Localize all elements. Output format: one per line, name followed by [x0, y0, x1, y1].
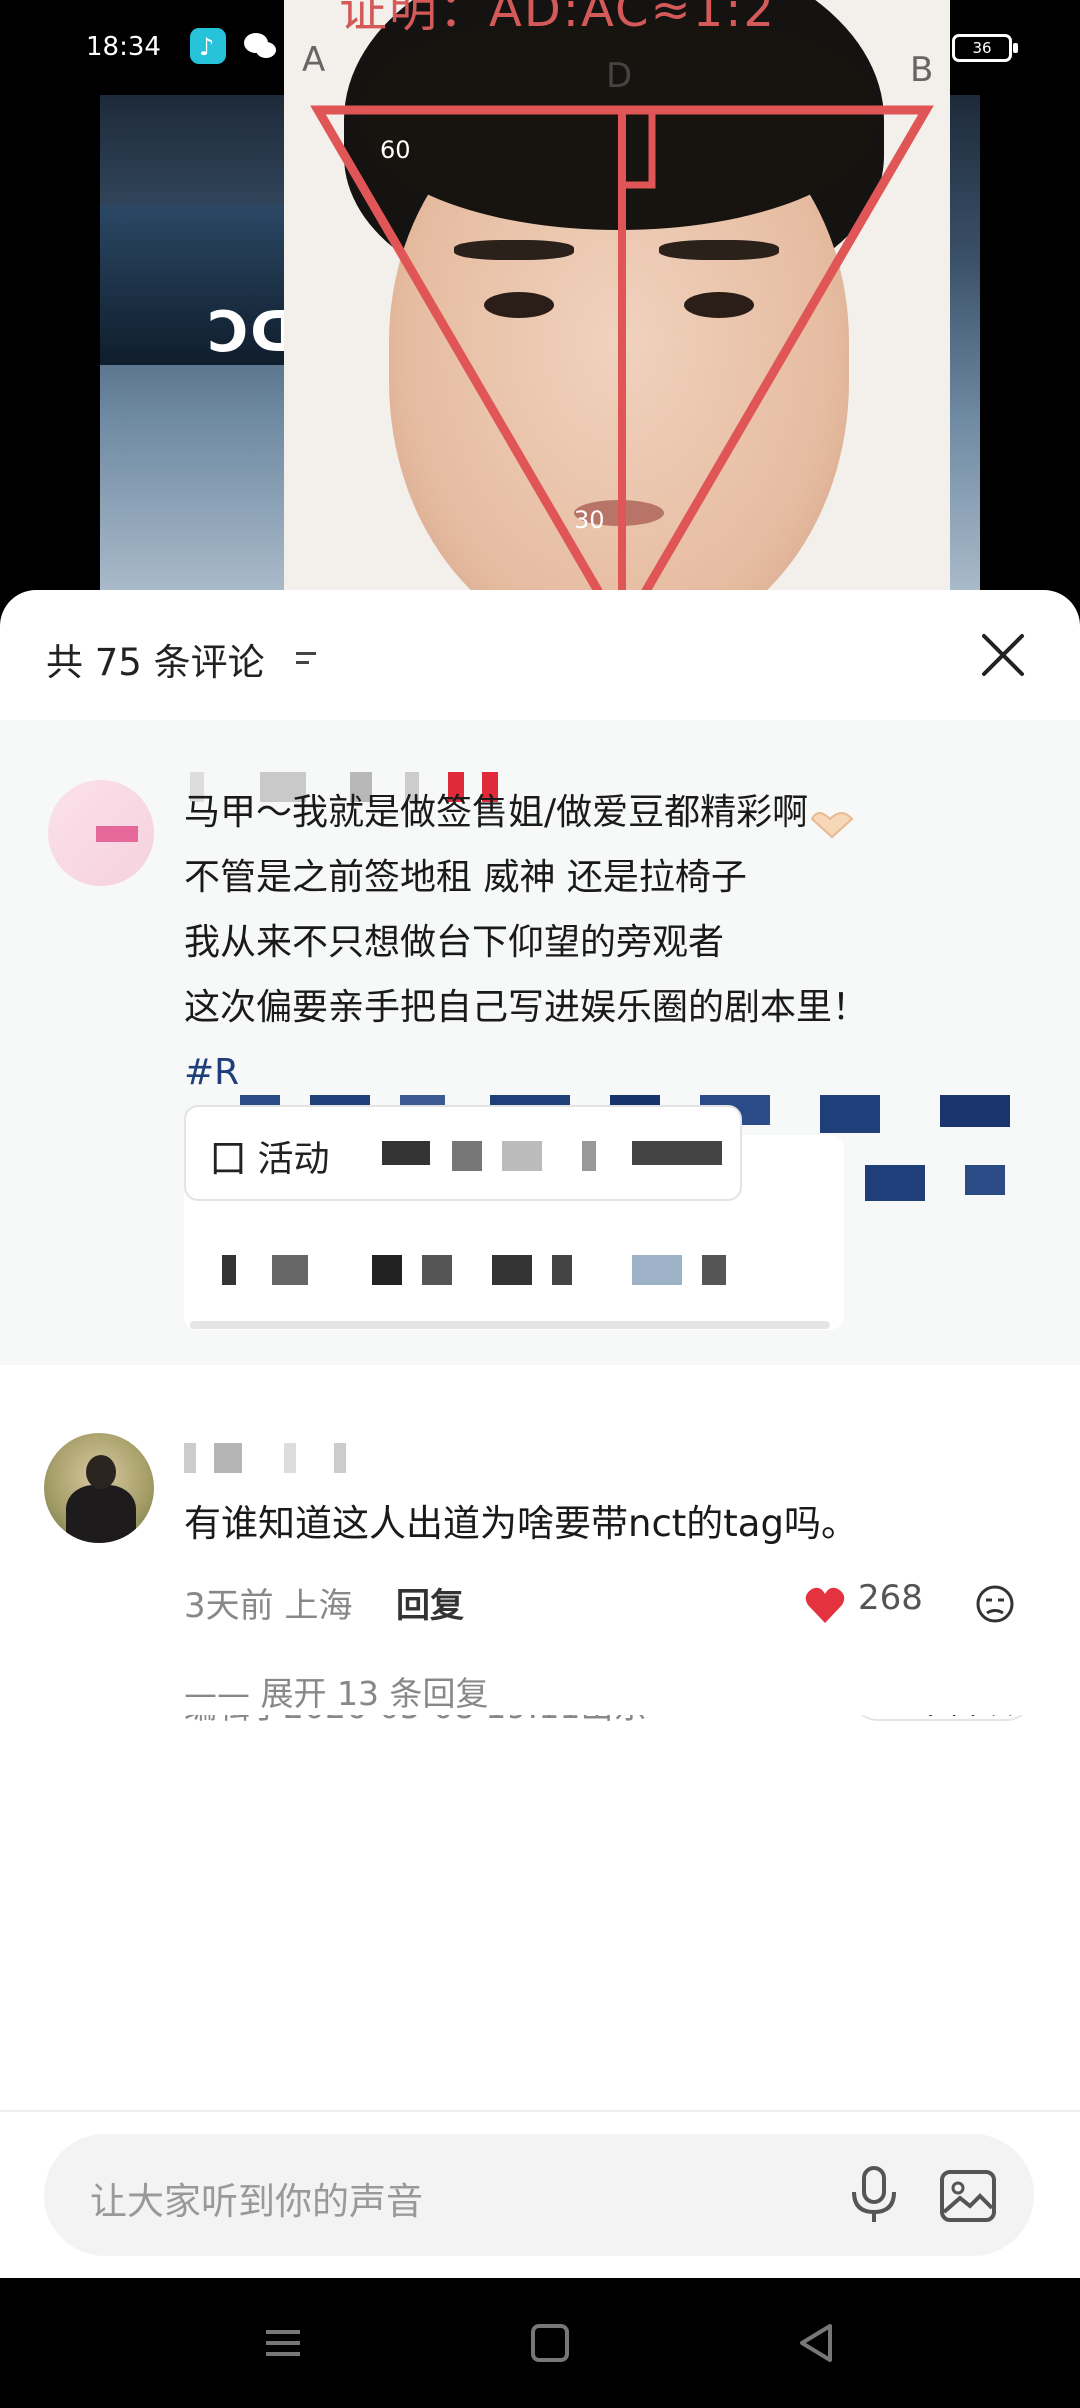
comment-count: 共 75 条评论	[46, 641, 265, 684]
comment-placeholder: 让大家听到你的声音	[90, 2180, 423, 2223]
pinned-comment[interactable]: 马甲～我就是做签售姐/做爱豆都精彩啊 不管是之前签地租 威神 还是拉椅子 我从来…	[0, 720, 1080, 1365]
comment-input[interactable]: 让大家听到你的声音	[44, 2134, 1034, 2256]
comment-item[interactable]: 有谁知道这人出道为啥要带nct的tag吗。 3天前 上海 回复 268 —— 展…	[0, 1365, 1080, 1715]
activity-chip[interactable]: 囗 活动	[184, 1105, 742, 1201]
reply-button[interactable]: 回复	[396, 1578, 464, 1627]
comments-sheet: 共 75 条评论 马甲～我就是做签售姐/做爱豆都精彩啊 不管是之前签地租 威神 …	[0, 590, 1080, 2278]
dislike-face-icon[interactable]	[974, 1583, 1016, 1625]
status-bar: 18:34 ♪ 36	[0, 0, 1080, 90]
image-picker-icon[interactable]	[938, 2166, 998, 2226]
battery-icon: 36	[952, 34, 1018, 62]
username-blurred	[184, 1443, 354, 1473]
expand-replies-button[interactable]: —— 展开 13 条回复	[184, 1667, 488, 1715]
tiktok-icon: ♪	[190, 28, 226, 64]
status-time: 18:34	[86, 32, 161, 62]
svg-text:♪: ♪	[199, 33, 214, 61]
comment-meta: 3天前 上海	[184, 1586, 353, 1626]
comment-line-3: 我从来不只想做台下仰望的旁观者	[184, 922, 725, 963]
comment-text: 有谁知道这人出道为啥要带nct的tag吗。	[184, 1502, 858, 1545]
avatar[interactable]	[44, 1433, 154, 1543]
microphone-icon[interactable]	[844, 2164, 904, 2226]
face-proof-image: 证明：AD:AC≈1:2 A B D 60 30	[284, 0, 950, 620]
wechat-icon	[242, 28, 278, 64]
comment-line-2: 不管是之前签地租 威神 还是拉椅子	[184, 857, 747, 898]
comments-header: 共 75 条评论	[0, 590, 1080, 720]
comment-input-bar: 让大家听到你的声音	[0, 2110, 1080, 2278]
video-preview[interactable]: 9DC 证明：AD:AC≈1:2 A B D 60 30 18:34 ♪ 36	[0, 0, 1080, 620]
close-icon	[982, 634, 1024, 676]
activity-label: 囗 活动	[210, 1139, 330, 1180]
angle-60-label: 60	[380, 136, 411, 164]
system-nav-bar	[0, 2278, 1080, 2408]
heart-hands-icon	[808, 795, 856, 839]
home-icon[interactable]	[525, 2318, 575, 2368]
like-heart-icon[interactable]	[804, 1585, 846, 1625]
comment-line-1: 马甲～我就是做签售姐/做爱豆都精彩啊	[184, 792, 809, 833]
sort-icon[interactable]	[296, 652, 316, 668]
comment-line-4: 这次偏要亲手把自己写进娱乐圈的剧本里！	[184, 987, 869, 1028]
avatar[interactable]	[48, 780, 154, 886]
like-count: 268	[858, 1578, 923, 1618]
angle-30-label: 30	[574, 506, 605, 534]
close-button[interactable]	[976, 628, 1030, 682]
menu-icon[interactable]	[258, 2318, 308, 2368]
back-icon[interactable]	[792, 2318, 842, 2368]
